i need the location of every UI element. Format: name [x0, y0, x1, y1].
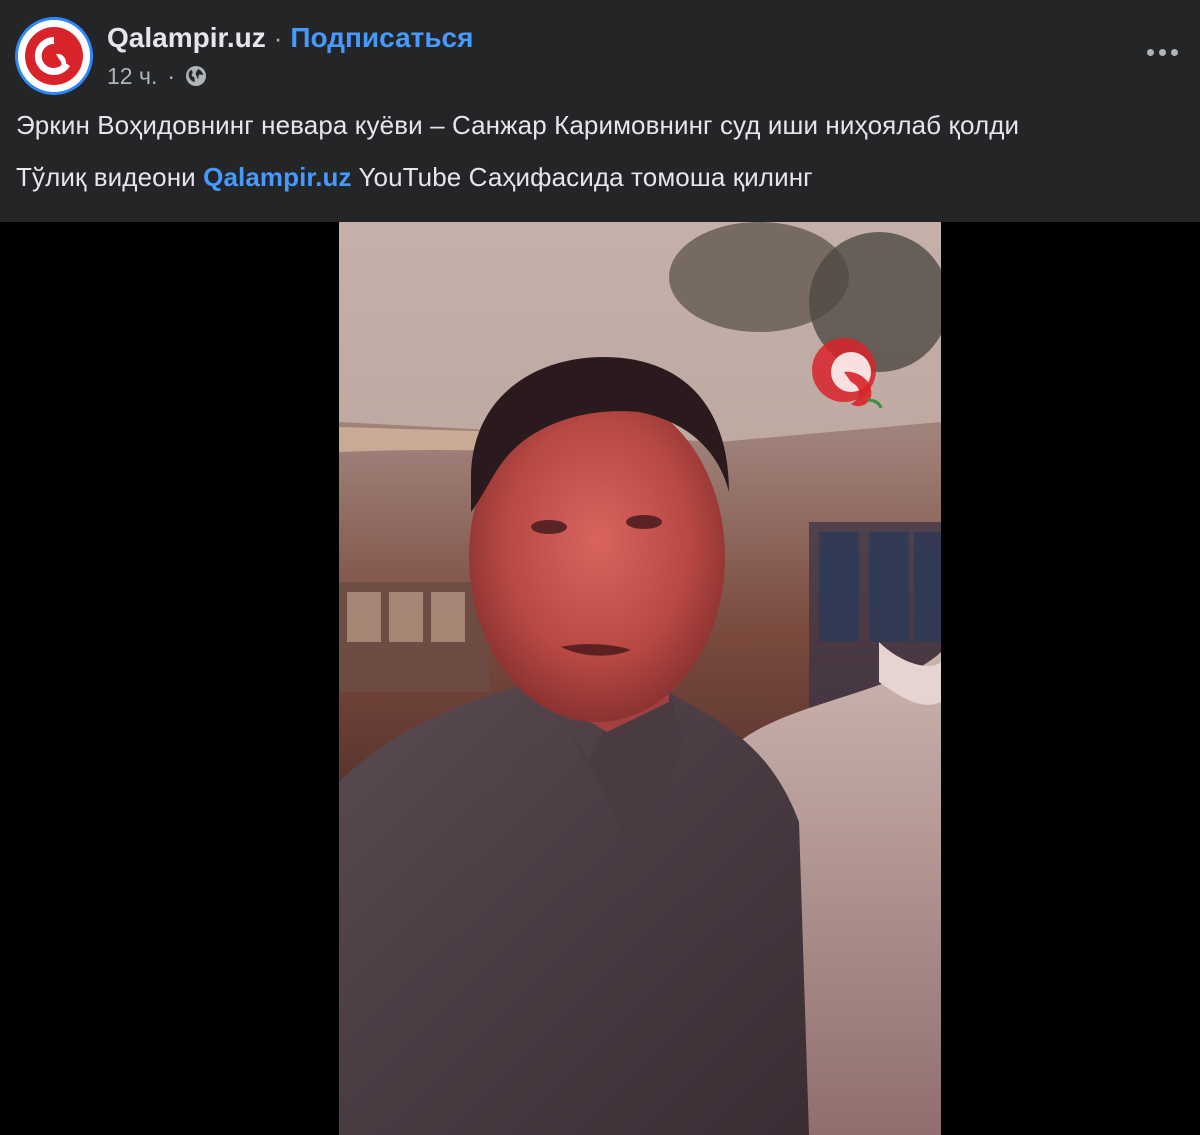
video-frame: [339, 222, 941, 1135]
globe-icon: [185, 65, 207, 87]
page-mention-link[interactable]: Qalampir.uz: [203, 162, 351, 192]
post-text-suffix: YouTube Саҳифасида томоша қилинг: [358, 162, 813, 192]
post-meta: 12 ч. ·: [107, 60, 207, 92]
post-timestamp[interactable]: 12 ч.: [107, 63, 157, 90]
page-name-link[interactable]: Qalampir.uz: [107, 22, 266, 54]
more-options-icon[interactable]: [1138, 34, 1186, 70]
post-header: Qalampir.uz · Подписаться 12 ч. · Эркин …: [0, 0, 1200, 222]
more-dot: [1158, 48, 1166, 56]
post-text-prefix: Тўлиқ видеони: [16, 162, 196, 192]
facebook-post: Qalampir.uz · Подписаться 12 ч. · Эркин …: [0, 0, 1200, 1135]
more-dot: [1146, 48, 1154, 56]
subscribe-button[interactable]: Подписаться: [290, 22, 473, 54]
page-avatar[interactable]: [15, 17, 93, 95]
qalampir-logo-icon: [18, 20, 90, 92]
page-name-row: Qalampir.uz · Подписаться: [107, 20, 473, 56]
meta-separator: ·: [167, 62, 176, 89]
post-text-line-1: Эркин Воҳидовнинг невара куёви – Санжар …: [16, 110, 1020, 140]
post-text-line-2: Тўлиқ видеони Qalampir.uz YouTube Саҳифа…: [16, 162, 813, 193]
video-player[interactable]: [339, 222, 941, 1135]
more-dot: [1170, 48, 1178, 56]
name-separator: ·: [273, 22, 283, 53]
